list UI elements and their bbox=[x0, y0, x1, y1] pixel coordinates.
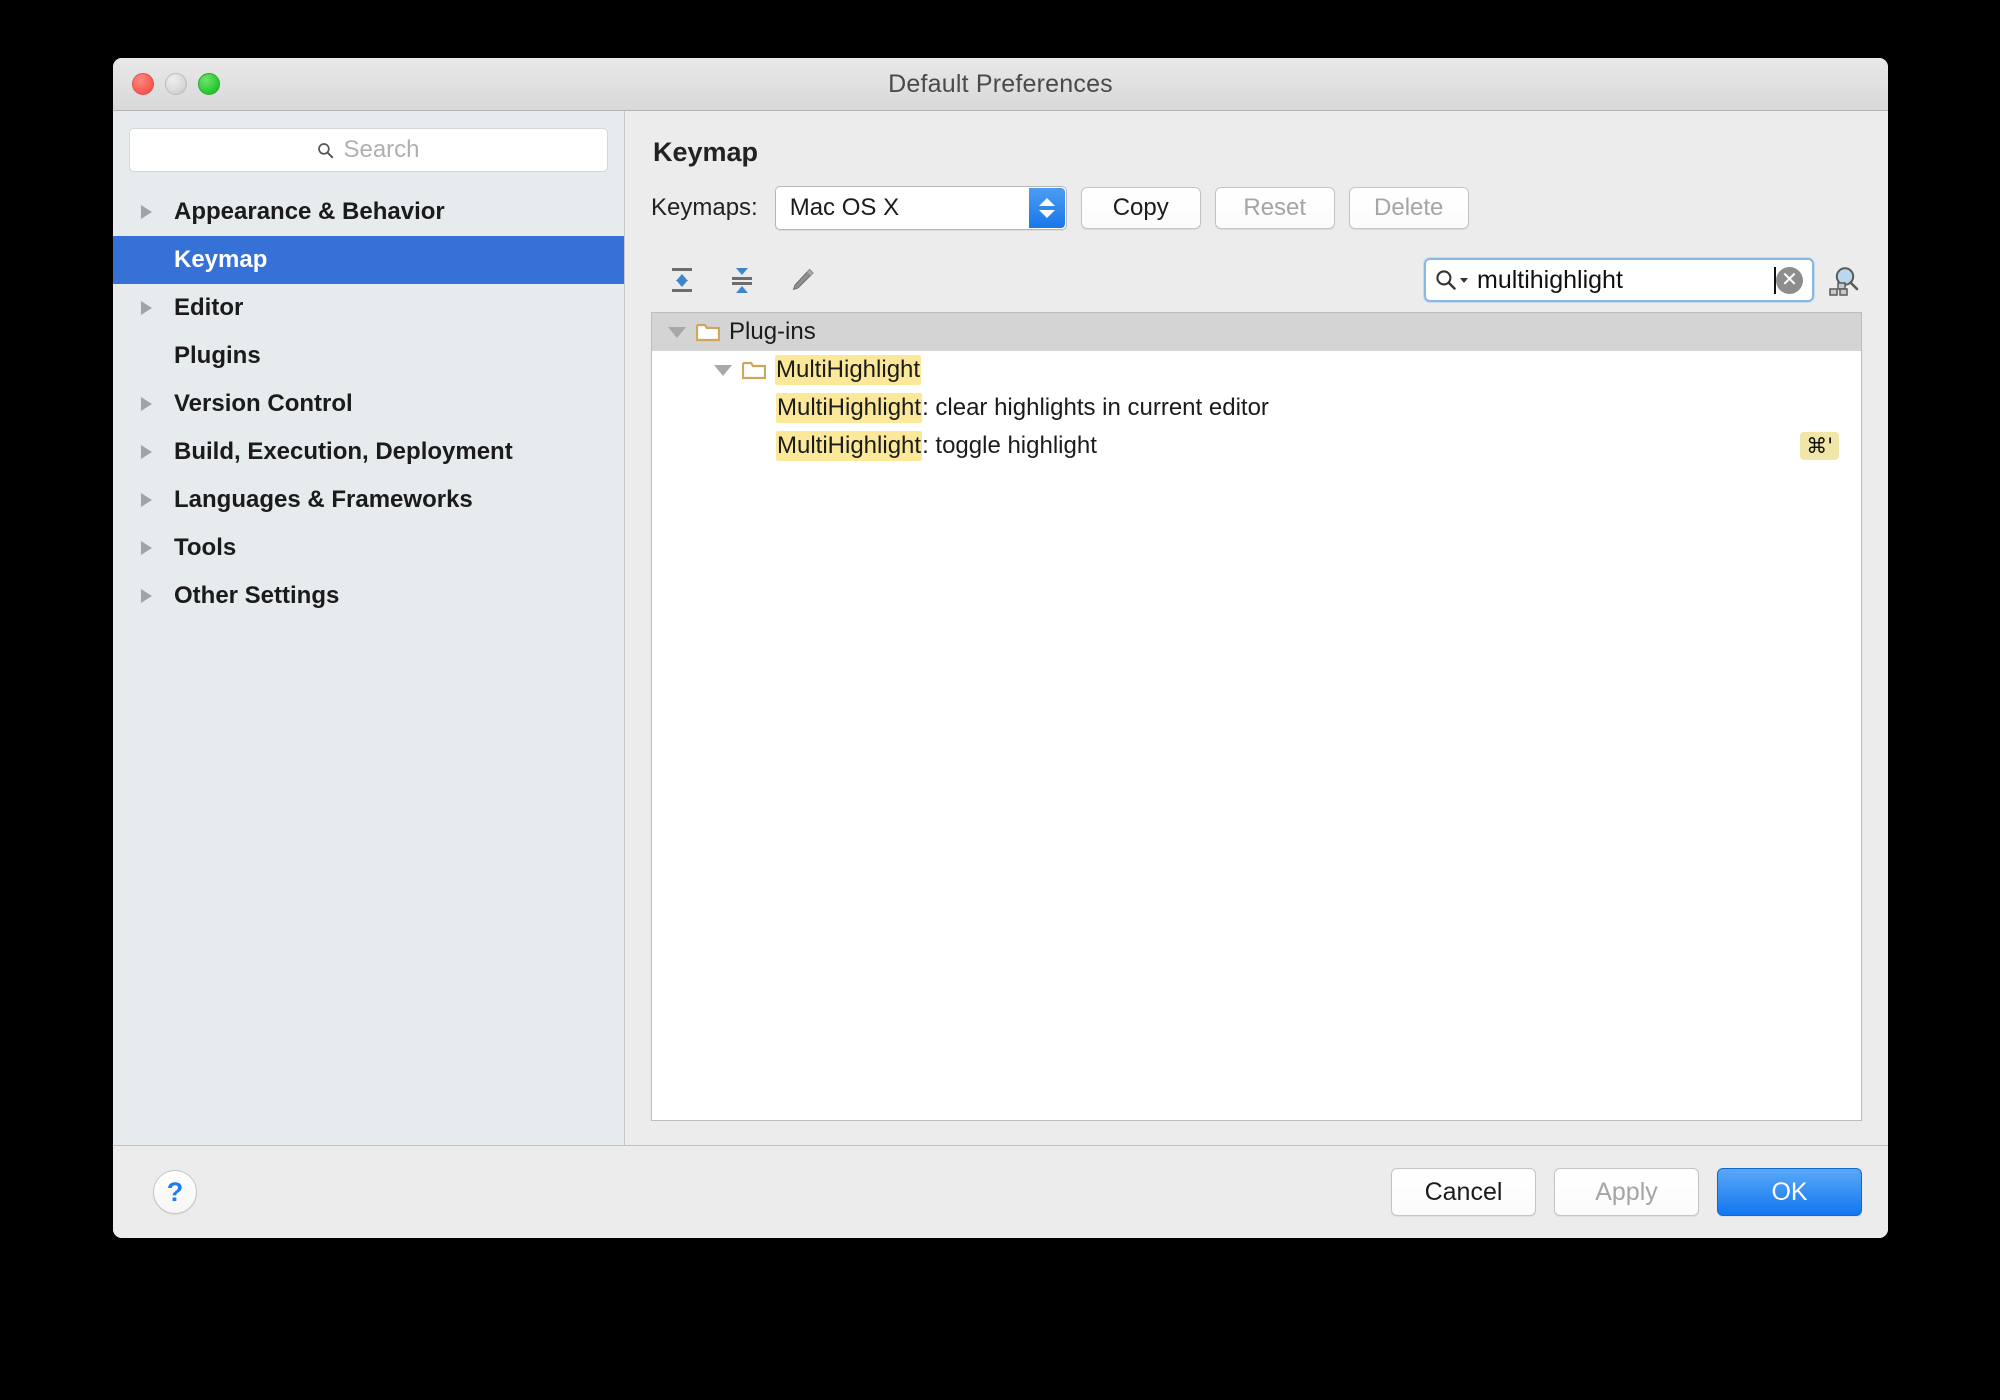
sidebar-item-label: Other Settings bbox=[174, 582, 339, 610]
keymap-search-value: multihighlight bbox=[1477, 266, 1773, 295]
sidebar-item-label: Editor bbox=[174, 294, 243, 322]
shortcut-badge: ⌘' bbox=[1800, 432, 1839, 460]
preferences-window: Default Preferences Search Appearance & … bbox=[113, 58, 1888, 1238]
chevron-down-icon[interactable] bbox=[1459, 275, 1469, 285]
dialog-footer: ? Cancel Apply OK bbox=[113, 1145, 1888, 1238]
close-window-icon[interactable] bbox=[132, 73, 154, 95]
expand-all-icon[interactable] bbox=[663, 261, 701, 299]
tree-row-match: MultiHighlight bbox=[776, 393, 922, 423]
keymap-search-input[interactable]: multihighlight ✕ bbox=[1424, 258, 1814, 302]
pencil-icon[interactable] bbox=[783, 261, 821, 299]
sidebar-search-field[interactable]: Search bbox=[129, 128, 608, 172]
chevron-right-icon[interactable] bbox=[141, 397, 159, 411]
keymap-selector-row: Keymaps: Mac OS X Copy Reset Delete bbox=[651, 186, 1862, 230]
search-icon bbox=[317, 142, 334, 159]
sidebar-item-other-settings[interactable]: Other Settings bbox=[113, 572, 624, 620]
chevron-right-icon[interactable] bbox=[141, 541, 159, 555]
apply-button[interactable]: Apply bbox=[1554, 1168, 1699, 1216]
dialog-action-buttons: Cancel Apply OK bbox=[1391, 1168, 1862, 1216]
folder-icon bbox=[696, 322, 720, 342]
keymap-toolbar-icons bbox=[651, 261, 821, 299]
table-row[interactable]: MultiHighlight: clear highlights in curr… bbox=[652, 389, 1861, 427]
sidebar-item-label: Tools bbox=[174, 534, 236, 562]
tree-row-match: MultiHighlight bbox=[776, 431, 922, 461]
table-row[interactable]: Plug-ins bbox=[652, 313, 1861, 351]
settings-sidebar: Search Appearance & Behavior Keymap Edit… bbox=[113, 111, 625, 1145]
tree-row-label: : toggle highlight bbox=[922, 432, 1097, 460]
chevron-updown-icon[interactable] bbox=[1029, 188, 1065, 228]
sidebar-search-placeholder: Search bbox=[343, 136, 419, 164]
sidebar-item-languages-frameworks[interactable]: Languages & Frameworks bbox=[113, 476, 624, 524]
chevron-right-icon[interactable] bbox=[141, 589, 159, 603]
cancel-button[interactable]: Cancel bbox=[1391, 1168, 1536, 1216]
sidebar-item-label: Keymap bbox=[174, 246, 267, 274]
window-titlebar: Default Preferences bbox=[113, 58, 1888, 111]
tree-row-label: : clear highlights in current editor bbox=[922, 394, 1269, 422]
chevron-right-icon[interactable] bbox=[141, 205, 159, 219]
ok-button[interactable]: OK bbox=[1717, 1168, 1862, 1216]
find-by-shortcut-icon[interactable] bbox=[1826, 262, 1862, 298]
dialog-body: Search Appearance & Behavior Keymap Edit… bbox=[113, 111, 1888, 1145]
minimize-window-icon[interactable] bbox=[165, 73, 187, 95]
delete-keymap-button[interactable]: Delete bbox=[1349, 187, 1469, 229]
keymaps-label: Keymaps: bbox=[651, 194, 758, 222]
chevron-right-icon[interactable] bbox=[141, 301, 159, 315]
sidebar-item-keymap[interactable]: Keymap bbox=[113, 236, 624, 284]
reset-keymap-button[interactable]: Reset bbox=[1215, 187, 1335, 229]
sidebar-item-plugins[interactable]: Plugins bbox=[113, 332, 624, 380]
page-title: Keymap bbox=[653, 137, 1862, 168]
sidebar-item-label: Plugins bbox=[174, 342, 261, 370]
zoom-window-icon[interactable] bbox=[198, 73, 220, 95]
tree-row-label: Plug-ins bbox=[729, 318, 816, 346]
keymap-toolbar: multihighlight ✕ bbox=[651, 252, 1862, 308]
sidebar-item-build-execution-deployment[interactable]: Build, Execution, Deployment bbox=[113, 428, 624, 476]
sidebar-item-label: Appearance & Behavior bbox=[174, 198, 445, 226]
keymap-panel: Keymap Keymaps: Mac OS X Copy Reset Dele… bbox=[625, 111, 1888, 1145]
keymap-select-value: Mac OS X bbox=[776, 194, 899, 222]
sidebar-item-label: Languages & Frameworks bbox=[174, 486, 473, 514]
table-row[interactable]: MultiHighlight bbox=[652, 351, 1861, 389]
keymap-find-group: multihighlight ✕ bbox=[1424, 258, 1862, 302]
sidebar-item-appearance-behavior[interactable]: Appearance & Behavior bbox=[113, 188, 624, 236]
chevron-down-icon[interactable] bbox=[668, 327, 686, 338]
sidebar-item-label: Build, Execution, Deployment bbox=[174, 438, 513, 466]
search-icon[interactable] bbox=[1435, 269, 1469, 291]
window-title: Default Preferences bbox=[113, 70, 1888, 99]
clear-search-icon[interactable]: ✕ bbox=[1776, 267, 1803, 294]
settings-category-list: Appearance & Behavior Keymap Editor Plug… bbox=[113, 188, 624, 1145]
help-button[interactable]: ? bbox=[153, 1170, 197, 1214]
table-row[interactable]: MultiHighlight: toggle highlight ⌘' bbox=[652, 427, 1861, 465]
collapse-all-icon[interactable] bbox=[723, 261, 761, 299]
keymap-select[interactable]: Mac OS X bbox=[775, 186, 1067, 230]
sidebar-item-label: Version Control bbox=[174, 390, 353, 418]
chevron-right-icon[interactable] bbox=[141, 493, 159, 507]
sidebar-item-version-control[interactable]: Version Control bbox=[113, 380, 624, 428]
keymap-actions-tree[interactable]: Plug-ins MultiHighlight MultiHighlight: … bbox=[651, 312, 1862, 1121]
traffic-light-group bbox=[132, 58, 220, 110]
chevron-down-icon[interactable] bbox=[714, 365, 732, 376]
sidebar-item-tools[interactable]: Tools bbox=[113, 524, 624, 572]
chevron-right-icon[interactable] bbox=[141, 445, 159, 459]
copy-keymap-button[interactable]: Copy bbox=[1081, 187, 1201, 229]
sidebar-item-editor[interactable]: Editor bbox=[113, 284, 624, 332]
folder-icon bbox=[742, 360, 766, 380]
tree-row-match: MultiHighlight bbox=[775, 355, 921, 385]
